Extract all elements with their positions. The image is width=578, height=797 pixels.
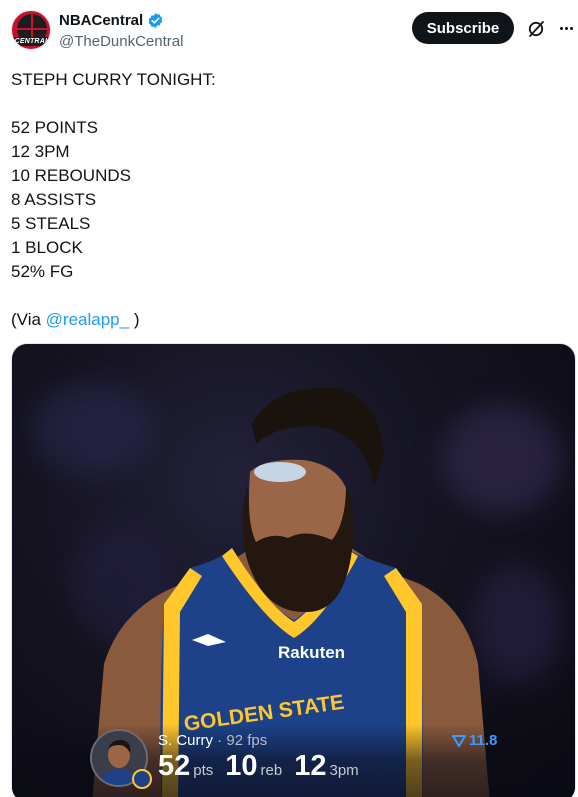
rebounds-value: 10 [225, 750, 258, 782]
points-label: pts [193, 762, 214, 779]
account-avatar[interactable]: CENTRAL [11, 10, 51, 50]
tweet-header: CENTRAL NBACentral @TheDunkCentral Subsc… [0, 0, 578, 60]
tweet-line [11, 284, 566, 308]
points-value: 52 [158, 750, 191, 782]
tweet-line: 1 BLOCK [11, 238, 83, 257]
via-mention-link[interactable]: @realapp_ [46, 310, 129, 329]
overlay-rating: 11.8 [452, 732, 497, 749]
rating-value: 11.8 [469, 732, 498, 749]
tweet-line: 52% FG [11, 262, 74, 281]
jersey-number-text: 16 [352, 618, 364, 629]
tweet-text: STEPH CURRY TONIGHT: 52 POINTS 12 3PM 10… [11, 68, 566, 332]
tweet-line: 10 REBOUNDS [11, 166, 131, 185]
verified-badge-icon [148, 13, 163, 28]
tweet-line: 8 ASSISTS [11, 190, 97, 209]
tweet-line [11, 92, 566, 116]
rating-arrow-icon [452, 734, 466, 747]
rebounds-label: reb [260, 762, 283, 779]
overlay-separator: · [213, 732, 227, 749]
tweet-line: 5 STEALS [11, 214, 91, 233]
jersey-sponsor-text: Rakuten [278, 643, 345, 662]
tweet-media-image[interactable]: Rakuten 16 GOLDEN STATE S. Curry · 92 fp… [11, 343, 576, 797]
avatar-logo-text: CENTRAL [12, 37, 50, 46]
tweet-line: 52 POINTS [11, 118, 98, 137]
more-horizontal-icon[interactable] [556, 18, 576, 38]
tweet-via-line: (Via @realapp_ ) [11, 308, 566, 332]
display-name-row: NBACentral [59, 12, 164, 29]
overlay-player-name: S. Curry [158, 732, 214, 749]
grok-icon[interactable] [526, 19, 546, 39]
via-suffix: ) [129, 310, 140, 329]
threes-label: 3pm [329, 762, 359, 779]
display-name[interactable]: NBACentral [59, 12, 143, 29]
account-handle[interactable]: @TheDunkCentral [59, 33, 183, 50]
via-prefix: (Via [11, 310, 46, 329]
overlay-stat-line: 52 pts 10 reb 12 3pm [158, 750, 371, 783]
team-logo-icon [132, 769, 152, 789]
threes-value: 12 [294, 750, 327, 782]
tweet-line: 12 3PM [11, 142, 70, 161]
tweet-line: STEPH CURRY TONIGHT: [11, 70, 216, 89]
overlay-fps: 92 fps [226, 732, 268, 749]
subscribe-button[interactable]: Subscribe [412, 12, 514, 44]
overlay-player-line: S. Curry · 92 fps [158, 732, 267, 749]
